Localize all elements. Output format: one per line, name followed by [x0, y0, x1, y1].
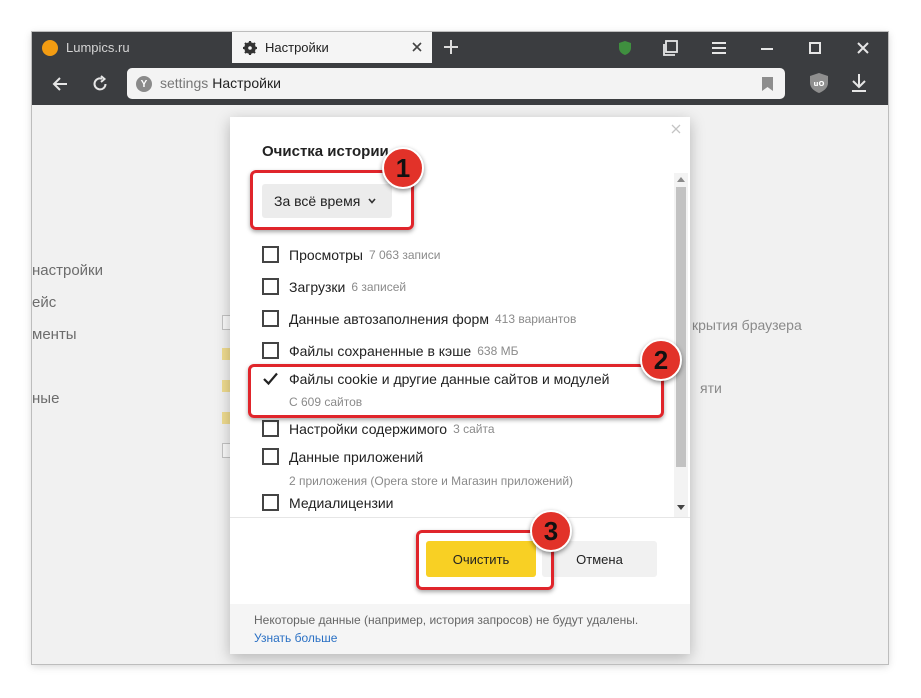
history-item-app-data[interactable]: Данные приложений	[262, 448, 423, 465]
chevron-down-icon	[368, 198, 376, 204]
yandex-logo-icon: Y	[136, 76, 152, 92]
period-value: За всё время	[274, 193, 361, 209]
protect-shield-icon[interactable]	[616, 39, 634, 57]
back-arrow-icon[interactable]	[50, 74, 70, 94]
clear-button[interactable]: Очистить	[426, 541, 536, 577]
scroll-down-icon[interactable]	[677, 505, 685, 510]
address-text: settings Настройки	[160, 75, 281, 91]
background-checkbox	[222, 380, 230, 392]
sidebar-item: менты	[32, 326, 77, 343]
background-checkbox	[222, 348, 230, 360]
history-item-media-licenses[interactable]: Медиалицензии	[262, 494, 394, 511]
item-label: Данные автозаполнения форм	[289, 310, 489, 327]
item-label: Загрузки	[289, 278, 346, 295]
menu-icon[interactable]	[710, 39, 728, 57]
download-icon[interactable]	[850, 74, 868, 92]
checkbox[interactable]	[262, 420, 279, 437]
browser-window: Lumpics.ru Настройки Y settings Настройк…	[32, 32, 888, 664]
maximize-icon[interactable]	[806, 39, 824, 57]
svg-text:uO: uO	[814, 80, 825, 88]
checkbox[interactable]	[262, 448, 279, 465]
close-dialog-icon[interactable]	[671, 124, 681, 134]
checkbox[interactable]	[262, 310, 279, 327]
item-count: 638 МБ	[477, 343, 519, 358]
bookmarks-panel-icon[interactable]	[662, 39, 680, 57]
close-window-icon[interactable]	[854, 39, 872, 57]
history-item-views[interactable]: Просмотры 7 063 записи	[262, 246, 440, 263]
item-label: Данные приложений	[289, 448, 424, 465]
checkbox[interactable]	[262, 278, 279, 295]
step-badge-2: 2	[640, 339, 682, 381]
background-text: крытия браузера	[692, 317, 802, 333]
minimize-icon[interactable]	[758, 39, 776, 57]
address-bar[interactable]: Y settings Настройки	[127, 68, 785, 99]
history-item-content-settings[interactable]: Настройки содержимого 3 сайта	[262, 420, 495, 437]
lumpics-favicon-icon	[42, 39, 58, 56]
clear-history-dialog: Очистка истории За всё время Просмотры 7…	[230, 117, 690, 654]
gear-icon	[242, 40, 258, 56]
background-checkbox	[222, 412, 230, 424]
item-count: 6 записей	[351, 279, 407, 294]
new-tab-icon[interactable]	[442, 38, 460, 56]
sidebar-item: ные	[32, 390, 60, 407]
settings-sidebar: настройки ейс менты ные	[32, 255, 103, 415]
checkbox-checked[interactable]	[262, 370, 279, 387]
history-item-cache[interactable]: Файлы сохраненные в кэше 638 МБ	[262, 342, 518, 359]
history-item-downloads[interactable]: Загрузки 6 записей	[262, 278, 406, 295]
tab-strip: Lumpics.ru Настройки	[32, 32, 888, 63]
history-item-cookies[interactable]: Файлы cookie и другие данные сайтов и мо…	[262, 370, 609, 387]
checkbox[interactable]	[262, 342, 279, 359]
address-host: settings	[160, 75, 209, 91]
dialog-title: Очистка истории	[262, 143, 389, 160]
tab-label: Настройки	[265, 40, 329, 55]
checkbox[interactable]	[262, 494, 279, 511]
sidebar-item: настройки	[32, 262, 104, 279]
checkbox[interactable]	[262, 246, 279, 263]
item-sublabel: 2 приложения (Opera store и Магазин прил…	[289, 474, 574, 488]
period-select[interactable]: За всё время	[262, 184, 392, 218]
toolbar: Y settings Настройки uO	[32, 63, 888, 105]
ublock-extension-icon[interactable]: uO	[810, 73, 828, 93]
item-label: Файлы сохраненные в кэше	[289, 342, 472, 359]
item-label: Файлы cookie и другие данные сайтов и мо…	[289, 370, 610, 387]
tab-label: Lumpics.ru	[66, 40, 130, 55]
scroll-up-icon[interactable]	[677, 177, 685, 182]
item-sublabel: С 609 сайтов	[289, 395, 363, 409]
dialog-footer: Некоторые данные (например, история запр…	[230, 604, 690, 654]
item-label: Медиалицензии	[289, 494, 394, 511]
footer-note: Некоторые данные (например, история запр…	[254, 613, 639, 627]
address-title: Настройки	[212, 75, 281, 91]
item-label: Настройки содержимого	[289, 420, 448, 437]
item-label: Просмотры	[289, 246, 363, 263]
step-badge-3: 3	[530, 510, 572, 552]
sidebar-item: ейс	[32, 294, 57, 311]
bookmark-icon[interactable]	[762, 77, 773, 91]
tab-settings[interactable]: Настройки	[232, 32, 432, 63]
step-badge-1: 1	[382, 147, 424, 189]
close-tab-icon[interactable]	[410, 40, 424, 54]
checkmark-icon	[263, 372, 278, 386]
background-text: яти	[700, 380, 722, 396]
item-count: 7 063 записи	[369, 247, 441, 262]
learn-more-link[interactable]: Узнать больше	[254, 631, 337, 645]
divider	[230, 517, 690, 518]
history-item-autofill[interactable]: Данные автозаполнения форм 413 вариантов	[262, 310, 576, 327]
tab-lumpics[interactable]: Lumpics.ru	[32, 32, 232, 63]
reload-icon[interactable]	[90, 74, 110, 94]
history-items-list: Просмотры 7 063 записи Загрузки 6 записе…	[230, 235, 674, 517]
item-count: 3 сайта	[453, 421, 495, 436]
item-count: 413 вариантов	[494, 311, 577, 326]
scroll-thumb[interactable]	[676, 187, 686, 467]
